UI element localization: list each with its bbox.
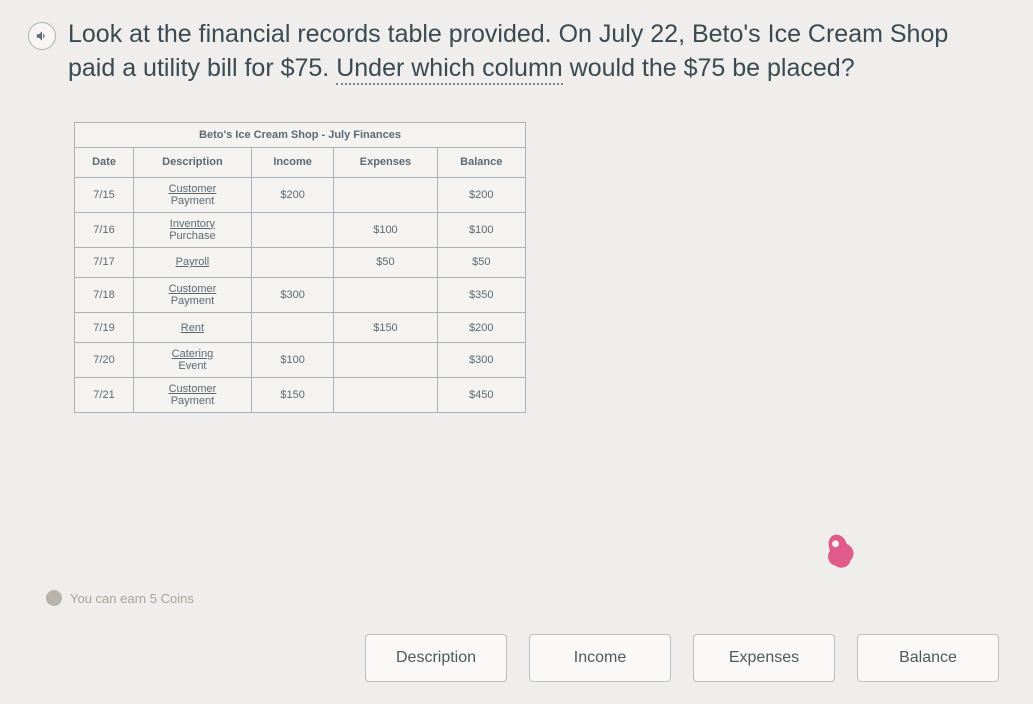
cell-income <box>251 212 334 247</box>
earn-coins-row: You can earn 5 Coins <box>46 590 194 606</box>
col-expenses: Expenses <box>334 147 437 177</box>
question-part2: would the $75 be placed? <box>563 54 855 82</box>
answer-income[interactable]: Income <box>529 634 671 682</box>
cell-balance: $50 <box>437 247 525 277</box>
cell-description: CateringEvent <box>134 343 252 378</box>
cell-description: Payroll <box>134 247 252 277</box>
table-title: Beto's Ice Cream Shop - July Finances <box>74 122 526 147</box>
cell-date: 7/18 <box>75 277 134 312</box>
pointer-icon <box>819 530 863 574</box>
cell-income <box>251 313 334 343</box>
cell-description: InventoryPurchase <box>134 212 252 247</box>
cell-date: 7/19 <box>75 313 134 343</box>
cell-expenses: $100 <box>334 212 437 247</box>
cell-description: CustomerPayment <box>134 378 252 413</box>
cell-income: $200 <box>251 177 334 212</box>
cell-date: 7/21 <box>75 378 134 413</box>
cell-expenses <box>334 343 437 378</box>
table-row: 7/16InventoryPurchase $100$100 <box>75 212 526 247</box>
cell-description: CustomerPayment <box>134 177 252 212</box>
cell-income: $150 <box>251 378 334 413</box>
cell-income: $300 <box>251 277 334 312</box>
table-row: 7/20CateringEvent$100 $300 <box>75 343 526 378</box>
col-description: Description <box>134 147 252 177</box>
col-income: Income <box>251 147 334 177</box>
table-row: 7/15CustomerPayment$200$200 <box>75 177 526 212</box>
col-date: Date <box>75 147 134 177</box>
table-row: 7/18CustomerPayment$300 $350 <box>75 277 526 312</box>
cell-expenses: $150 <box>334 313 437 343</box>
cell-expenses <box>334 378 437 413</box>
cell-expenses: $50 <box>334 247 437 277</box>
answer-balance[interactable]: Balance <box>857 634 999 682</box>
cell-description: Rent <box>134 313 252 343</box>
cell-date: 7/20 <box>75 343 134 378</box>
table-row: 7/19Rent $150$200 <box>75 313 526 343</box>
answer-expenses[interactable]: Expenses <box>693 634 835 682</box>
cell-balance: $200 <box>437 313 525 343</box>
cell-balance: $100 <box>437 212 525 247</box>
cell-balance: $450 <box>437 378 525 413</box>
table-row: 7/21CustomerPayment$150 $450 <box>75 378 526 413</box>
cell-date: 7/17 <box>75 247 134 277</box>
finances-table: Beto's Ice Cream Shop - July Finances Da… <box>74 122 526 414</box>
question-underlined: Under which column <box>336 54 563 85</box>
cell-balance: $200 <box>437 177 525 212</box>
earn-coins-text: You can earn 5 Coins <box>70 591 194 606</box>
cell-balance: $350 <box>437 277 525 312</box>
cell-expenses <box>334 277 437 312</box>
question-text: Look at the financial records table prov… <box>68 18 988 86</box>
cell-description: CustomerPayment <box>134 277 252 312</box>
cell-date: 7/15 <box>75 177 134 212</box>
col-balance: Balance <box>437 147 525 177</box>
answer-description[interactable]: Description <box>365 634 507 682</box>
cell-income <box>251 247 334 277</box>
cell-expenses <box>334 177 437 212</box>
table-row: 7/17Payroll $50$50 <box>75 247 526 277</box>
cell-date: 7/16 <box>75 212 134 247</box>
cell-balance: $300 <box>437 343 525 378</box>
coin-icon <box>46 590 62 606</box>
answer-options: Description Income Expenses Balance <box>0 634 1033 682</box>
table-header-row: Date Description Income Expenses Balance <box>75 147 526 177</box>
audio-play-icon[interactable] <box>28 22 56 50</box>
cell-income: $100 <box>251 343 334 378</box>
